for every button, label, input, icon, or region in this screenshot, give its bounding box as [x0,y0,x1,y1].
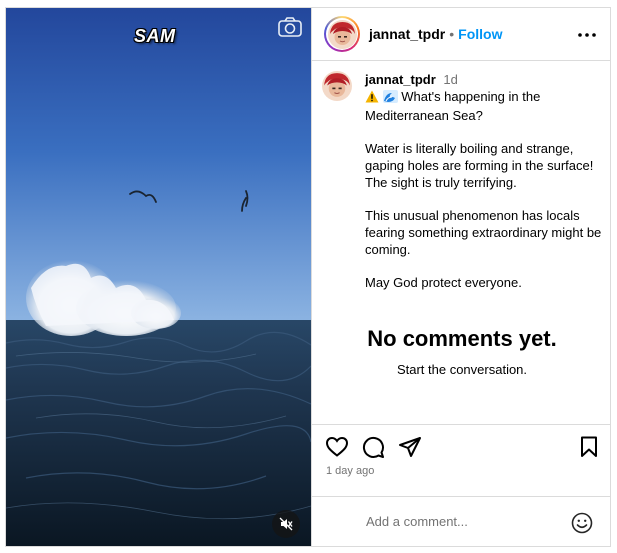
video-watermark: SAM [134,26,176,46]
speaker-muted-icon[interactable] [272,510,300,538]
post-caption: jannat_tpdr 1d What's happening in the M… [322,71,604,291]
post-side-panel: jannat_tpdr • Follow jannat_tpdr 1d What… [311,8,610,546]
share-icon[interactable] [398,435,422,459]
bookmark-icon[interactable] [577,435,601,459]
post-dialog: SAM jannat_tpdr • Follow jannat_tpdr 1d … [5,7,611,547]
header-separator: • [449,26,455,42]
caption-line-1: What's happening in the Mediterranean Se… [365,89,541,123]
post-time-ago[interactable]: 1 day ago [326,465,374,477]
post-media[interactable]: SAM [6,8,311,546]
more-options-icon[interactable] [576,24,598,46]
comments-empty-state: No comments yet. Start the conversation. [312,326,610,377]
caption-time: 1d [443,72,458,87]
comment-icon[interactable] [361,435,385,459]
wave-icon [382,90,398,107]
warning-icon [365,90,379,107]
caption-username[interactable]: jannat_tpdr [365,72,436,87]
caption-line-4: May God protect everyone. [365,275,522,290]
comment-input[interactable] [366,511,566,531]
emoji-icon[interactable] [570,511,594,535]
post-header: jannat_tpdr • Follow [312,8,610,61]
post-author-username[interactable]: jannat_tpdr [369,26,445,42]
avatar-story-ring[interactable] [324,16,360,52]
caption-line-2: Water is literally boiling and strange, … [365,141,594,190]
caption-line-3: This unusual phenomenon has locals feari… [365,208,602,257]
video-frame [6,8,311,546]
post-actions: 1 day ago [312,424,610,482]
empty-comments-subtitle: Start the conversation. [396,362,528,377]
comment-composer [312,496,610,546]
caption-avatar[interactable] [322,71,352,101]
avatar[interactable] [327,19,357,49]
camera-icon[interactable] [277,15,303,39]
follow-button[interactable]: Follow [458,26,502,42]
empty-comments-title: No comments yet. [367,326,557,351]
heart-icon[interactable] [325,435,349,459]
